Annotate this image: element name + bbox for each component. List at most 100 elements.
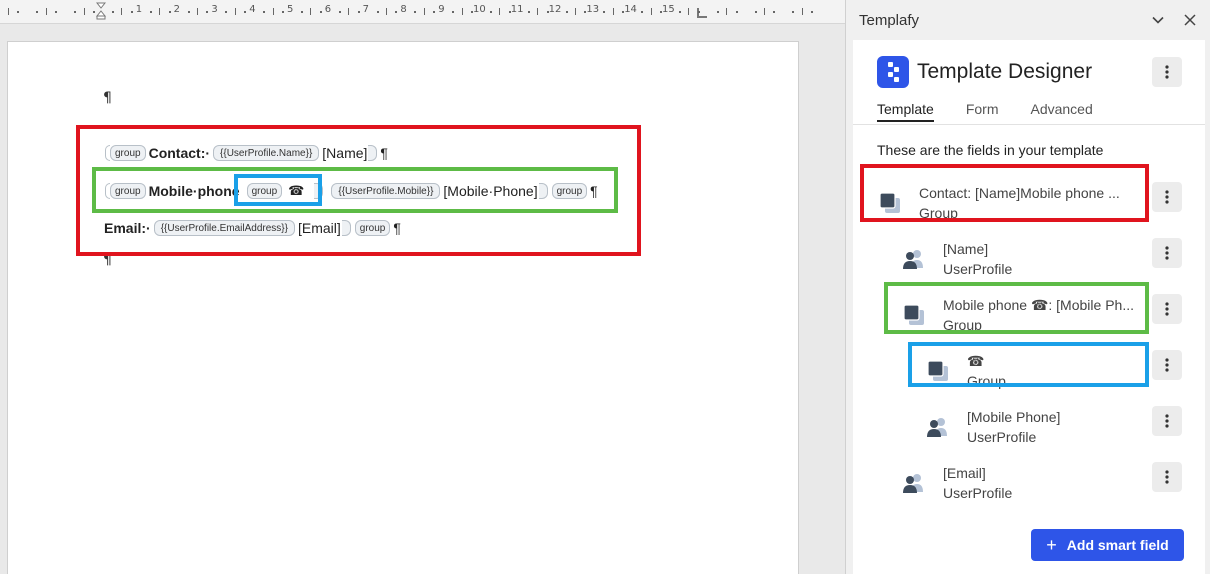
ruler-mark (74, 11, 77, 13)
field-row[interactable]: [Mobile Phone] UserProfile (925, 407, 1060, 447)
more-vertical-icon (1165, 414, 1169, 428)
ruler-mark (773, 11, 776, 13)
field-menu-button[interactable] (1152, 182, 1182, 212)
more-vertical-icon (1165, 190, 1169, 204)
chevron-down-icon[interactable] (1149, 11, 1167, 29)
ruler-mark (603, 11, 606, 13)
ruler-mark (697, 11, 700, 13)
ruler-mark (792, 11, 795, 13)
ruler-mark (310, 8, 312, 15)
ruler-mark (121, 8, 123, 15)
ruler-mark (130, 11, 133, 13)
field-type: UserProfile (943, 485, 1013, 501)
document-area: 1 2 3 4 5 6 7 8 9 10 11 12 13 14 15 ¶ group Contact:· … (0, 0, 845, 574)
plus-icon: + (1046, 534, 1057, 555)
tab-divider (853, 124, 1205, 125)
ruler-number: 9 (438, 4, 445, 15)
ruler-mark (622, 11, 625, 13)
templafy-pane: Templafy Template Designer Template Form… (845, 0, 1210, 574)
more-vertical-icon (1165, 246, 1169, 260)
field-type: UserProfile (943, 261, 1013, 277)
document-page[interactable]: ¶ group Contact:· {{UserProfile.Name}} [… (7, 41, 799, 574)
add-smart-field-button[interactable]: + Add smart field (1031, 529, 1184, 561)
ruler-mark (423, 8, 425, 15)
ruler-number: 8 (400, 4, 407, 15)
ruler-mark (197, 8, 198, 15)
ruler-mark (93, 11, 96, 13)
mobile-field-highlight (884, 282, 1149, 334)
ruler-mark (612, 8, 614, 15)
more-vertical-icon (1165, 302, 1169, 316)
ruler-mark (726, 8, 728, 15)
ruler-mark (187, 11, 190, 13)
ruler-number: 3 (211, 4, 218, 15)
tab-stop-marker[interactable] (697, 8, 707, 18)
ruler-mark (527, 11, 530, 13)
field-row[interactable]: [Email] UserProfile (901, 463, 1012, 503)
ruler-mark (36, 11, 39, 13)
field-menu-button[interactable] (1152, 294, 1182, 324)
ruler-mark (168, 11, 171, 13)
ruler-mark (754, 11, 757, 13)
user-profile-icon (925, 414, 951, 440)
field-menu-button[interactable] (1152, 238, 1182, 268)
ruler-mark (17, 11, 20, 13)
ruler-number: 10 (473, 4, 486, 15)
field-menu-button[interactable] (1152, 462, 1182, 492)
field-menu-button[interactable] (1152, 350, 1182, 380)
ruler-mark (688, 8, 690, 15)
ruler-mark (546, 11, 549, 13)
user-profile-icon (901, 246, 927, 272)
field-title: [Mobile Phone] (967, 409, 1061, 425)
ruler-mark (45, 8, 47, 15)
indent-marker-icon[interactable] (96, 2, 106, 20)
ruler-mark (357, 11, 360, 13)
paragraph-mark: ¶ (103, 90, 112, 106)
ruler-mark (376, 11, 379, 13)
ruler-mark (565, 11, 568, 13)
phone-field-highlight (908, 342, 1149, 387)
ruler-mark (225, 11, 228, 13)
tab-advanced[interactable]: Advanced (1030, 101, 1092, 122)
tab-form[interactable]: Form (966, 101, 999, 122)
templafy-logo-icon (877, 56, 909, 88)
field-title: [Name] (943, 241, 989, 257)
ruler-mark (489, 11, 492, 13)
field-title: [Email] (943, 465, 986, 481)
ruler-number: 14 (624, 4, 637, 15)
pane-header: Templafy (846, 0, 1210, 40)
ruler-number: 7 (362, 4, 369, 15)
ruler-mark (234, 8, 236, 15)
ruler-mark (83, 8, 85, 15)
ruler-mark (575, 8, 576, 15)
designer-menu-button[interactable] (1152, 57, 1182, 87)
ruler-mark (55, 11, 58, 13)
ruler-mark (764, 8, 765, 15)
ruler-mark (452, 11, 455, 13)
ruler-number: 1 (135, 4, 143, 15)
ruler-mark (300, 11, 303, 13)
mobile-group-highlight (92, 167, 618, 213)
ruler-mark (395, 11, 398, 13)
ruler[interactable]: 1 2 3 4 5 6 7 8 9 10 11 12 13 14 15 (0, 0, 845, 24)
phone-group-highlight (234, 174, 322, 206)
ruler-mark (499, 8, 501, 15)
field-row[interactable]: [Name] UserProfile (901, 239, 1012, 279)
ruler-mark (641, 11, 644, 13)
ruler-number: 12 (548, 4, 562, 15)
ruler-mark (537, 8, 539, 15)
more-vertical-icon (1165, 65, 1169, 79)
fields-section-label: These are the fields in your template (877, 142, 1104, 158)
ruler-mark (508, 11, 511, 13)
field-menu-button[interactable] (1152, 406, 1182, 436)
close-icon[interactable] (1181, 11, 1199, 29)
ruler-mark (660, 11, 663, 13)
ruler-mark (801, 8, 803, 15)
add-smart-field-label: Add smart field (1066, 537, 1169, 553)
ruler-mark (319, 11, 322, 13)
ruler-mark (263, 11, 266, 13)
tab-template[interactable]: Template (877, 101, 934, 122)
ruler-mark (678, 11, 681, 13)
ruler-mark (338, 11, 341, 13)
ruler-mark (471, 11, 474, 13)
